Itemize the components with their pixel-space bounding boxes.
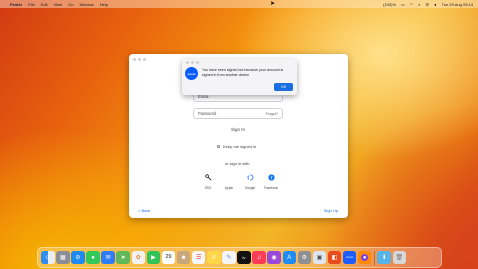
apple-tv-icon[interactable]: tv: [237, 250, 251, 265]
apple-sign-in-button[interactable]: Apple: [222, 173, 236, 190]
sign-up-link[interactable]: Sign Up: [324, 208, 338, 213]
key-icon: [203, 173, 213, 181]
calendar-icon[interactable]: 29: [161, 250, 176, 265]
google-icon: [245, 173, 255, 181]
menu-edit[interactable]: Edit: [41, 2, 48, 7]
zoom-logo-icon: zoom: [185, 67, 198, 80]
app-store-icon[interactable]: A: [282, 250, 296, 265]
password-field[interactable]: Password Forgot?: [193, 108, 283, 119]
photos-icon[interactable]: ✿: [131, 250, 146, 265]
menu-finder[interactable]: Finder: [10, 2, 22, 7]
menu-file[interactable]: File: [28, 2, 34, 7]
google-sign-in-button[interactable]: Google: [243, 173, 257, 190]
alert-window-controls: [186, 61, 199, 64]
music-icon[interactable]: ♫: [252, 250, 266, 265]
keep-signed-in-label: Keep me signed in: [223, 144, 257, 149]
status-area: (100)% ▭ ◠ ⌕ ☰ ● Tue 29 Aug 09:14: [383, 2, 473, 7]
sso-label: SSO: [204, 186, 212, 190]
password-placeholder: Password: [198, 111, 217, 116]
messages-icon[interactable]: ●: [86, 250, 100, 265]
window-controls: [133, 58, 146, 61]
alert-close-icon[interactable]: [186, 61, 189, 64]
menu-view[interactable]: View: [54, 2, 63, 7]
menu-bar: Finder File Edit View Go Window Help (10…: [0, 0, 478, 8]
trash-icon[interactable]: 🗑: [392, 250, 407, 265]
dock: ☺ ▦ ⊘ ● ✉ ➤ ✿ ▶ 29 ☻ ☰ ≡ ✎ tv ♫ ◉ A ⚙ ▣ …: [37, 247, 442, 268]
alert-message: You have been signed out because your ac…: [202, 68, 284, 77]
reminders-icon[interactable]: ☰: [191, 250, 206, 265]
firefox-icon[interactable]: ●: [357, 250, 372, 265]
sign-in-button[interactable]: Sign In: [193, 124, 283, 135]
ok-button[interactable]: OK: [274, 83, 293, 91]
or-sign-in-with-label: or sign in with: [225, 161, 250, 166]
contacts-icon[interactable]: ☻: [176, 250, 191, 265]
search-icon[interactable]: ⌕: [418, 2, 420, 7]
wifi-icon[interactable]: ◠: [410, 2, 414, 7]
signed-out-alert: zoom You have been signed out because yo…: [182, 59, 297, 95]
calendar-day: 29: [165, 253, 172, 260]
siri-icon[interactable]: ●: [434, 2, 436, 7]
office-icon[interactable]: ◧: [327, 250, 342, 265]
minimize-window-icon[interactable]: [138, 58, 141, 61]
facebook-icon: f: [266, 173, 276, 181]
menubar-clock[interactable]: Tue 29 Aug 09:14: [442, 2, 473, 7]
facetime-icon[interactable]: ▶: [146, 250, 161, 265]
finder-icon[interactable]: ☺: [41, 250, 55, 265]
freeform-icon[interactable]: ✎: [222, 250, 236, 265]
dock-separator: [374, 250, 375, 265]
alert-zoom-icon[interactable]: [196, 61, 199, 64]
launchpad-icon[interactable]: ▦: [56, 250, 70, 265]
zoom-window-icon[interactable]: [143, 58, 146, 61]
facebook-sign-in-button[interactable]: f Facebook: [264, 173, 278, 190]
google-label: Google: [244, 186, 256, 190]
control-center-icon[interactable]: ☰: [426, 2, 430, 7]
mail-icon[interactable]: ✉: [101, 250, 115, 265]
notes-icon[interactable]: ≡: [207, 250, 221, 265]
sso-button[interactable]: SSO: [201, 173, 215, 190]
alert-minimize-icon[interactable]: [191, 61, 194, 64]
mouse-cursor-icon: ➤: [270, 1, 276, 7]
apple-label: Apple: [224, 186, 234, 190]
preview-icon[interactable]: ▣: [312, 250, 327, 265]
downloads-folder-icon[interactable]: ⬇: [377, 250, 391, 265]
menu-help[interactable]: Help: [100, 2, 108, 7]
facebook-label: Facebook: [264, 186, 278, 190]
checkbox-icon[interactable]: [217, 145, 220, 148]
zoom-app-icon[interactable]: zoom: [342, 250, 357, 265]
forgot-password-link[interactable]: Forgot?: [266, 112, 278, 116]
menu-window[interactable]: Window: [80, 2, 94, 7]
battery-icon[interactable]: ▭: [401, 2, 405, 7]
podcasts-icon[interactable]: ◉: [267, 250, 281, 265]
maps-icon[interactable]: ➤: [116, 250, 130, 265]
apple-icon: [224, 173, 234, 181]
back-link[interactable]: < Back: [138, 208, 150, 213]
close-window-icon[interactable]: [133, 58, 136, 61]
system-settings-icon[interactable]: ⚙: [297, 250, 312, 265]
keep-signed-in-checkbox[interactable]: Keep me signed in: [217, 144, 256, 149]
battery-percent[interactable]: (100)%: [383, 2, 396, 7]
sign-in-providers: SSO Apple Google f Facebook: [201, 173, 278, 190]
safari-icon[interactable]: ⊘: [71, 250, 85, 265]
menu-go[interactable]: Go: [68, 2, 73, 7]
